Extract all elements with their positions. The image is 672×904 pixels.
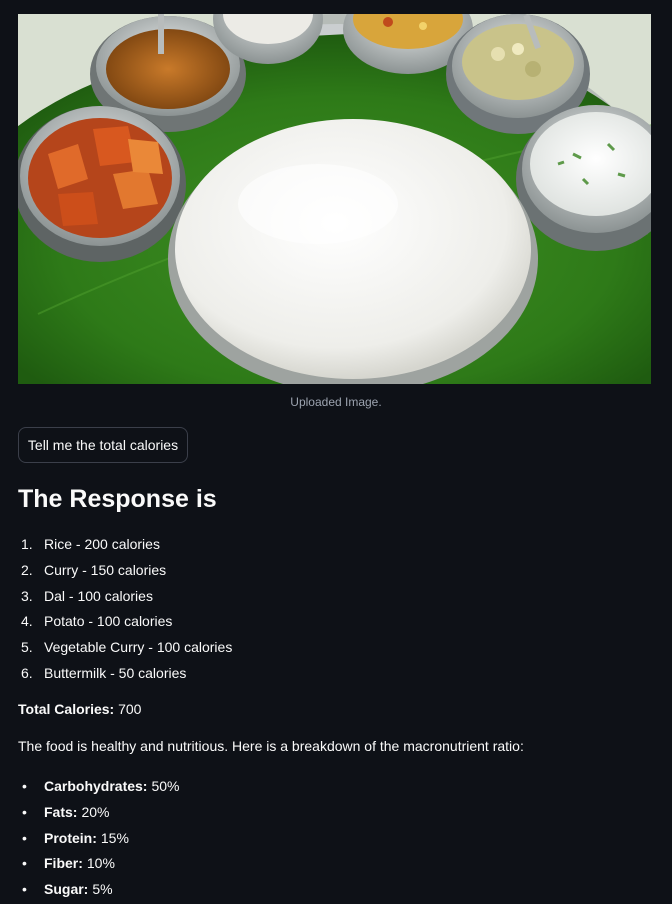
macro-value: 15% <box>100 829 129 846</box>
item-text: Vegetable Curry - 100 calories <box>44 639 233 656</box>
macro-value: 50% <box>151 778 180 794</box>
response-heading: The Response is <box>18 485 217 513</box>
list-item: 3. Dal - 100 calories <box>18 585 232 611</box>
total-label: Total Calories: <box>18 701 115 717</box>
list-item: 6. Buttermilk - 50 calories <box>18 662 232 688</box>
image-caption: Uploaded Image. <box>290 395 382 409</box>
macro-label: Sugar: <box>44 881 89 898</box>
macro-label: Protein: <box>44 829 97 846</box>
bullet-icon: • <box>22 829 27 846</box>
macronutrient-list: • Carbohydrates: 50% • Fats: 20% • Protein: 15… <box>18 775 180 904</box>
macro-label: Fiber: <box>44 855 83 872</box>
total-calories-button[interactable]: Tell me the total calories <box>18 427 188 463</box>
summary-text: The food is healthy and nutritious. Here… <box>18 738 524 754</box>
list-item: 1. Rice - 200 calories <box>18 533 232 559</box>
item-text: Dal - 100 calories <box>44 587 153 604</box>
food-calorie-list: 1. Rice - 200 calories 2. Curry - 150 calo… <box>18 533 232 688</box>
item-text: Potato - 100 calories <box>44 613 173 630</box>
uploaded-food-image <box>18 14 651 384</box>
item-text: Buttermilk - 50 calories <box>44 664 187 681</box>
list-item: 2. Curry - 150 calories <box>18 559 232 585</box>
total-value: 700 <box>118 701 142 717</box>
macro-label: Fats: <box>44 803 78 820</box>
app-page: Uploaded Image. Tell me the total calori… <box>0 0 672 902</box>
macro-label: Carbohydrates: <box>44 778 148 794</box>
list-item: • Fats: 20% <box>18 801 180 827</box>
bullet-icon: • <box>22 803 27 820</box>
list-item: • Protein: 15% <box>18 827 180 853</box>
macro-value: 5% <box>92 881 113 898</box>
item-text: Curry - 150 calories <box>44 561 167 578</box>
total-calories: Total Calories: 700 <box>18 701 141 717</box>
bullet-icon: • <box>22 881 27 898</box>
macro-value: 20% <box>81 803 110 820</box>
item-text: Rice - 200 calories <box>44 536 160 552</box>
macro-value: 10% <box>86 855 115 872</box>
list-item: 5. Vegetable Curry - 100 calories <box>18 636 232 662</box>
list-item: • Carbohydrates: 50% <box>18 775 180 801</box>
food-plate-illustration <box>18 14 651 384</box>
list-item: • Fiber: 10% <box>18 852 180 878</box>
bullet-icon: • <box>22 855 27 872</box>
list-item: • Sugar: 5% <box>18 878 180 904</box>
bullet-icon: • <box>22 778 27 794</box>
list-item: 4. Potato - 100 calories <box>18 610 232 636</box>
